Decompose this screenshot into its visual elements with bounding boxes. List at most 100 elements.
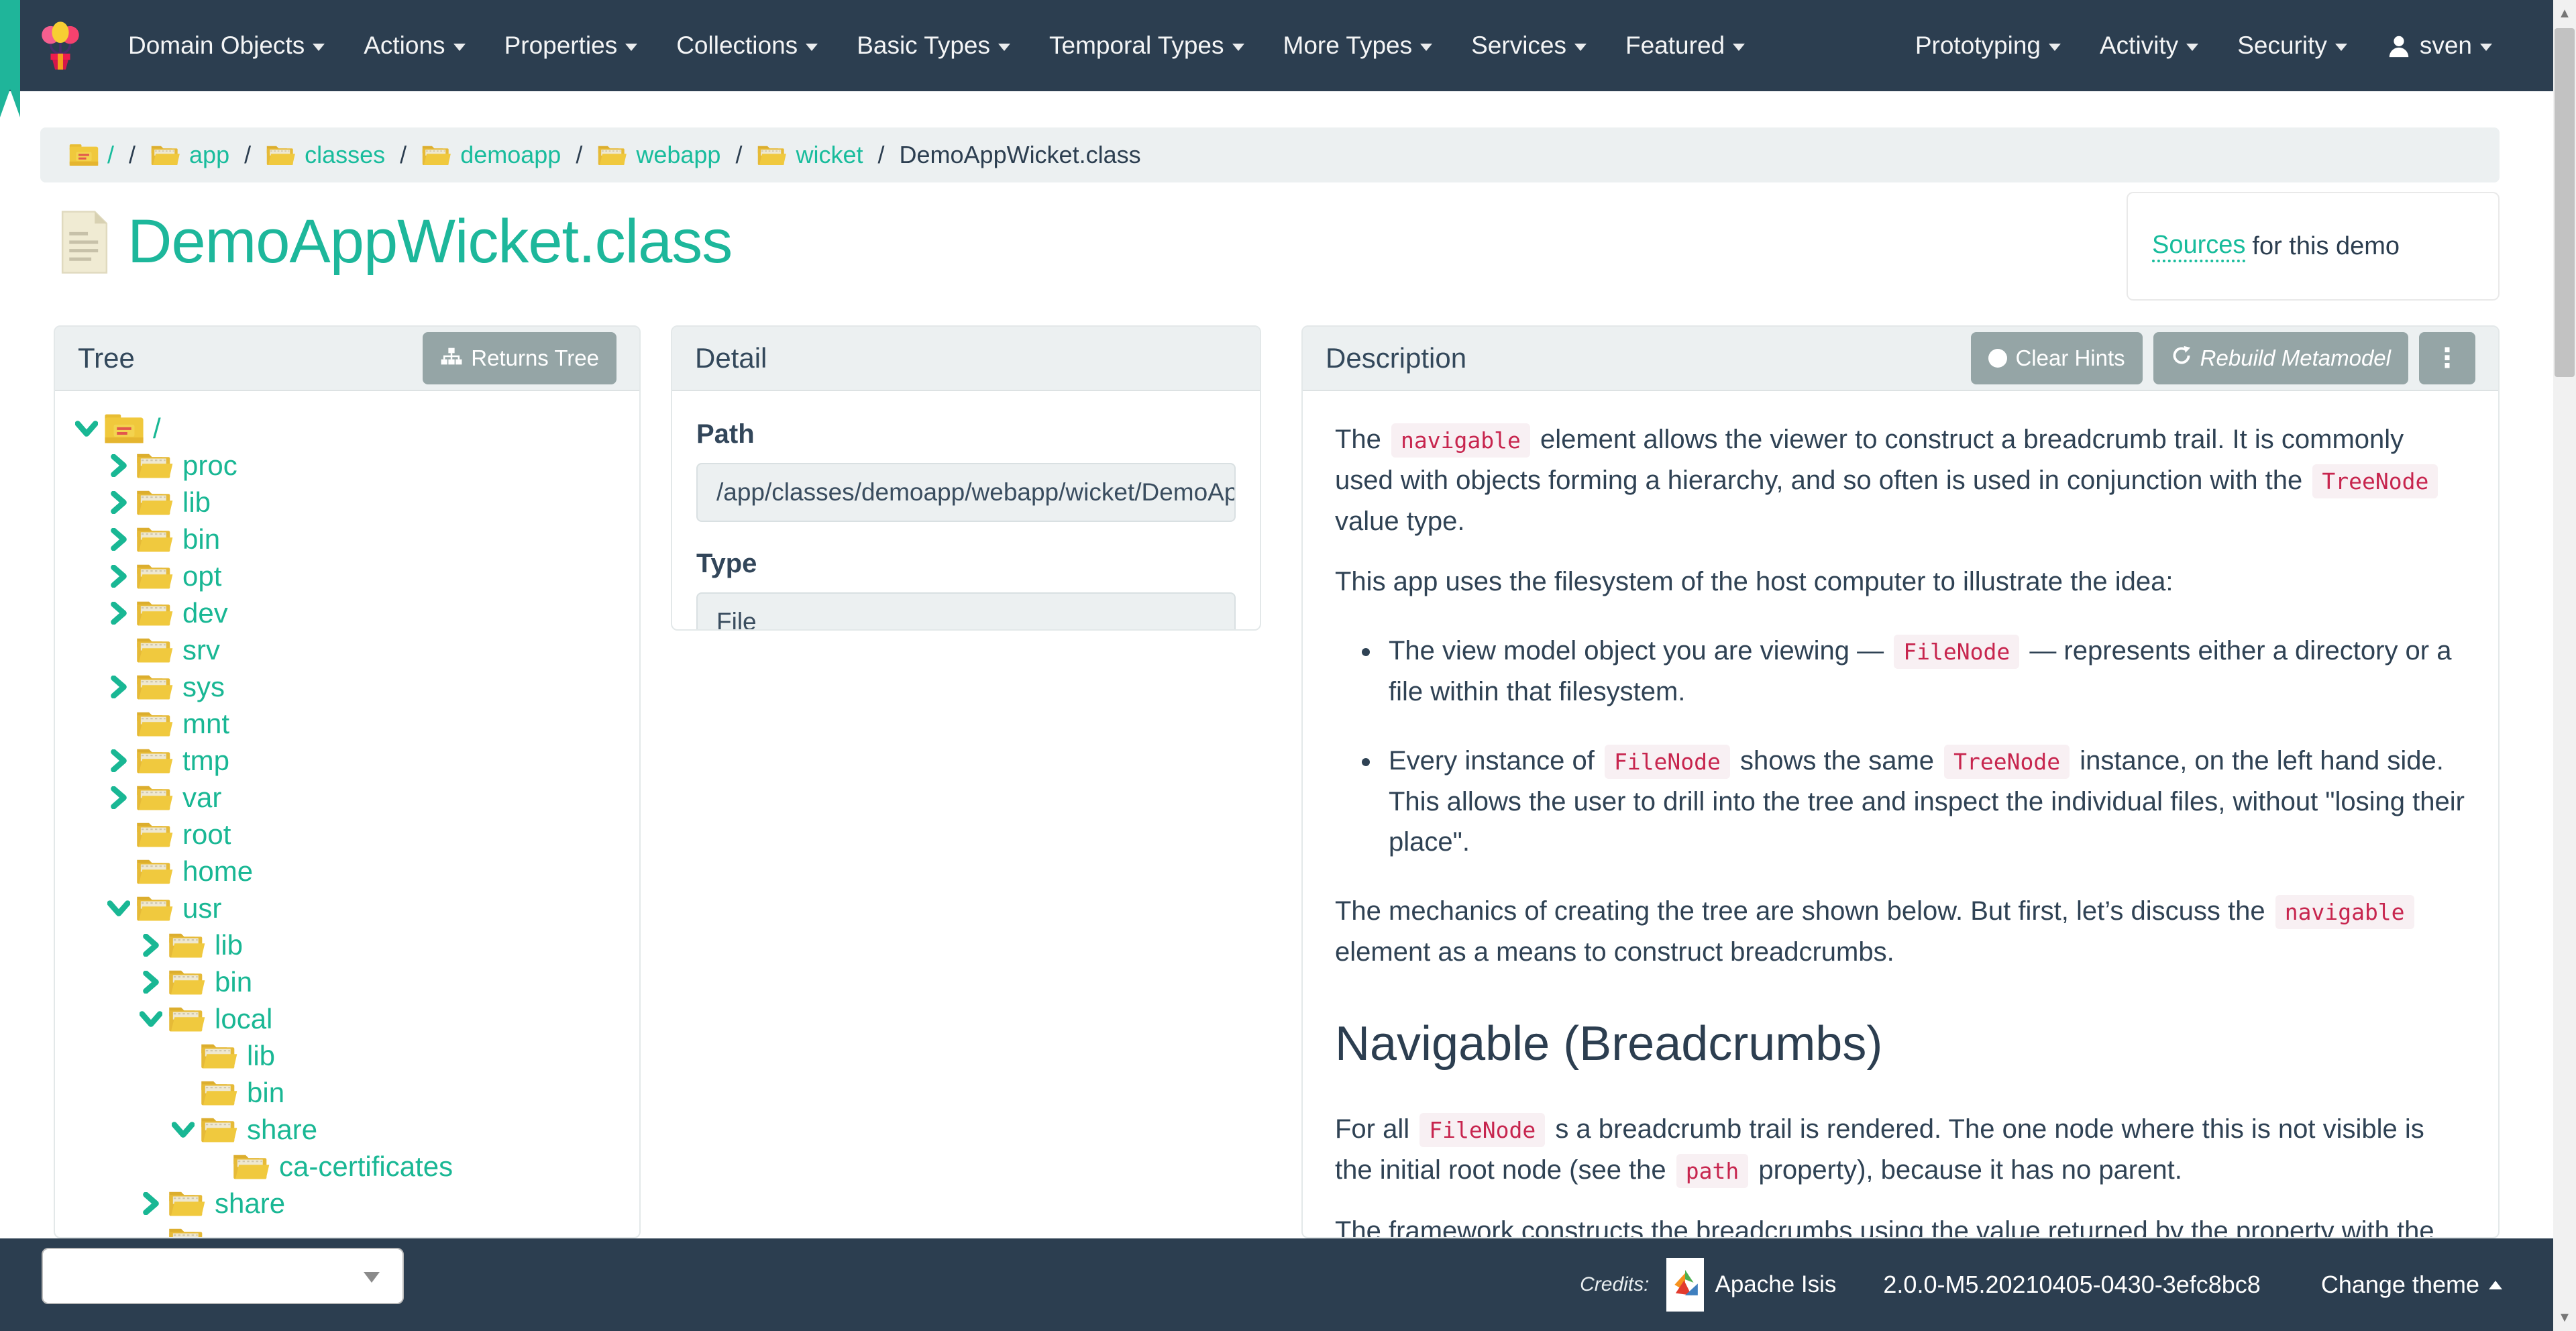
- app-logo-icon[interactable]: [39, 9, 82, 83]
- tree-item--[interactable]: /: [66, 410, 629, 447]
- breadcrumb-link[interactable]: classes: [266, 141, 385, 169]
- nav-item-actions[interactable]: Actions: [344, 0, 484, 91]
- nav-item-label: Security: [2237, 32, 2327, 59]
- footer-dropdown[interactable]: [42, 1248, 404, 1304]
- chevron-down-icon[interactable]: [71, 417, 102, 440]
- page-header: DemoAppWicket.class: [59, 207, 733, 277]
- tree-item-sys[interactable]: sys: [66, 668, 629, 705]
- type-field[interactable]: File: [696, 592, 1236, 629]
- tree-item-usr[interactable]: usr: [66, 890, 629, 926]
- tree-item-label: dev: [182, 596, 228, 629]
- chevron-right-icon[interactable]: [103, 454, 134, 477]
- more-actions-button[interactable]: ⋮: [2419, 332, 2475, 384]
- sources-link[interactable]: Sources: [2152, 231, 2246, 262]
- apache-isis-link[interactable]: Apache Isis: [1715, 1271, 1836, 1298]
- detail-panel-header: Detail: [672, 327, 1260, 391]
- tree-item-var[interactable]: var: [66, 779, 629, 816]
- version-text: 2.0.0-M5.20210405-0430-3efc8bc8: [1883, 1271, 2261, 1298]
- inline-code: path: [1676, 1154, 1749, 1188]
- chevron-right-icon[interactable]: [103, 601, 134, 625]
- breadcrumb-link[interactable]: demoapp: [421, 141, 561, 169]
- chevron-right-icon[interactable]: [103, 564, 134, 588]
- chevron-right-icon[interactable]: [103, 527, 134, 551]
- description-body: The navigable element allows the viewer …: [1303, 391, 2498, 1237]
- chevron-right-icon[interactable]: [103, 749, 134, 772]
- detail-panel-body: Path /app/classes/demoapp/webapp/wicket/…: [672, 391, 1260, 629]
- folder-open-icon: [136, 855, 174, 887]
- tree-item-tmp[interactable]: tmp: [66, 742, 629, 779]
- tree-item-bin[interactable]: bin: [66, 963, 629, 1000]
- breadcrumb-link[interactable]: wicket: [757, 141, 863, 169]
- breadcrumb-link[interactable]: webapp: [597, 141, 720, 169]
- scrollbar-thumb[interactable]: [2555, 28, 2575, 377]
- tree-item-ca-certificates[interactable]: ca-certificates: [66, 1148, 629, 1185]
- rebuild-metamodel-label: Rebuild Metamodel: [2200, 345, 2391, 370]
- caret-down-icon: [2480, 43, 2492, 51]
- inline-code: TreeNode: [1944, 744, 2070, 779]
- clear-hints-button[interactable]: Clear Hints: [1971, 332, 2143, 384]
- folder-open-icon: [136, 818, 174, 850]
- nav-item-more-types[interactable]: More Types: [1264, 0, 1452, 91]
- tree-item-label: bin: [247, 1076, 285, 1108]
- tree-item-opt[interactable]: opt: [66, 557, 629, 594]
- change-theme-button[interactable]: Change theme: [2321, 1271, 2502, 1299]
- tree-item-root[interactable]: root: [66, 816, 629, 853]
- chevron-right-icon[interactable]: [103, 786, 134, 809]
- chevron-right-icon[interactable]: [103, 675, 134, 698]
- breadcrumb-link[interactable]: /: [68, 141, 114, 169]
- nav-item-label: Activity: [2100, 32, 2179, 59]
- caret-down-icon: [1733, 43, 1746, 51]
- tree-item-home[interactable]: home: [66, 853, 629, 890]
- chevron-right-icon[interactable]: [136, 1191, 166, 1215]
- chevron-down-icon[interactable]: [103, 897, 134, 920]
- tree-item-local[interactable]: local: [66, 1000, 629, 1037]
- folder-open-icon: [136, 892, 174, 924]
- nav-item-featured[interactable]: Featured: [1606, 0, 1764, 91]
- nav-item-domain-objects[interactable]: Domain Objects: [109, 0, 344, 91]
- rebuild-metamodel-button[interactable]: Rebuild Metamodel: [2153, 332, 2408, 384]
- returns-tree-button[interactable]: Returns Tree: [423, 332, 616, 384]
- chevron-down-icon[interactable]: [136, 1008, 166, 1030]
- chevron-down-icon[interactable]: [168, 1118, 199, 1141]
- nav-item-collections[interactable]: Collections: [657, 0, 837, 91]
- vertical-scrollbar[interactable]: ▲ ▼: [2553, 0, 2576, 1331]
- tree-item-srv[interactable]: srv: [66, 631, 629, 668]
- folder-open-icon: [136, 560, 174, 592]
- tree-item[interactable]: [66, 1222, 629, 1237]
- breadcrumb-current: DemoAppWicket.class: [900, 141, 1141, 169]
- nav-item-services[interactable]: Services: [1452, 0, 1606, 91]
- nav-item-temporal-types[interactable]: Temporal Types: [1030, 0, 1264, 91]
- inline-code: FileNode: [1894, 635, 2020, 670]
- tree-item-lib[interactable]: lib: [66, 1037, 629, 1074]
- tree-item-lib[interactable]: lib: [66, 484, 629, 521]
- chevron-right-icon[interactable]: [103, 490, 134, 514]
- nav-item-activity[interactable]: Activity: [2080, 0, 2218, 91]
- breadcrumb-link[interactable]: app: [150, 141, 229, 169]
- nav-item-prototyping[interactable]: Prototyping: [1896, 0, 2080, 91]
- folder-open-icon: [168, 966, 207, 998]
- tree-item-bin[interactable]: bin: [66, 521, 629, 557]
- nav-item-security[interactable]: Security: [2218, 0, 2367, 91]
- user-menu[interactable]: sven: [2367, 0, 2512, 91]
- nav-item-basic-types[interactable]: Basic Types: [837, 0, 1030, 91]
- chevron-right-icon[interactable]: [136, 970, 166, 994]
- tree-item-dev[interactable]: dev: [66, 594, 629, 631]
- tree-item-proc[interactable]: proc: [66, 447, 629, 484]
- tree-item-bin[interactable]: bin: [66, 1074, 629, 1111]
- tree-item-mnt[interactable]: mnt: [66, 705, 629, 742]
- tree-item-share[interactable]: share: [66, 1185, 629, 1222]
- nav-item-properties[interactable]: Properties: [485, 0, 657, 91]
- scroll-down-icon[interactable]: ▼: [2553, 1304, 2576, 1331]
- tree-item-lib[interactable]: lib: [66, 926, 629, 963]
- path-field[interactable]: /app/classes/demoapp/webapp/wicket/DemoA…: [696, 463, 1236, 522]
- tree-item-label: bin: [182, 523, 221, 555]
- page-title: DemoAppWicket.class: [127, 207, 733, 276]
- folder-open-icon: [136, 708, 174, 739]
- footer: Credits: Apache Isis 2.0.0-M5.20210405-0…: [0, 1238, 2576, 1331]
- navbar-left-menu: Domain Objects Actions Properties Collectio…: [109, 0, 1764, 91]
- inline-code: FileNode: [1419, 1113, 1546, 1148]
- chevron-right-icon[interactable]: [136, 933, 166, 957]
- scroll-up-icon[interactable]: ▲: [2553, 0, 2576, 27]
- tree-item-share[interactable]: share: [66, 1111, 629, 1148]
- caret-down-icon: [453, 43, 466, 51]
